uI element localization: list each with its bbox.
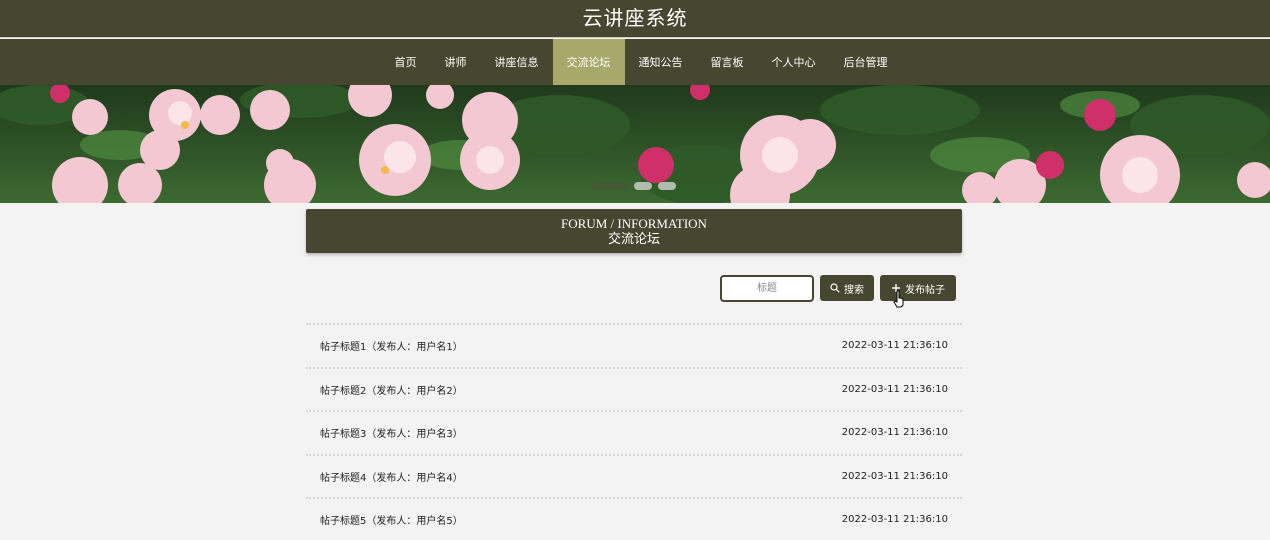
list-item[interactable]: 帖子标题1（发布人：用户名1） 2022-03-11 21:36:10 bbox=[306, 323, 962, 367]
post-title[interactable]: 帖子标题4（发布人：用户名4） bbox=[320, 469, 463, 484]
carousel-indicators bbox=[592, 182, 676, 190]
list-item[interactable]: 帖子标题2（发布人：用户名2） 2022-03-11 21:36:10 bbox=[306, 366, 962, 411]
nav-item-lecture-info[interactable]: 讲座信息 bbox=[481, 39, 553, 85]
post-time: 2022-03-11 21:36:10 bbox=[841, 470, 948, 482]
carousel-dot[interactable] bbox=[634, 182, 652, 190]
list-item[interactable]: 帖子标题3（发布人：用户名3） 2022-03-11 21:36:10 bbox=[306, 410, 962, 454]
post-time: 2022-03-11 21:36:10 bbox=[841, 514, 948, 526]
publish-post-label: 发布帖子 bbox=[905, 284, 945, 296]
search-button-label: 搜索 bbox=[844, 284, 864, 296]
post-list: 帖子标题1（发布人：用户名1） 2022-03-11 21:36:10 帖子标题… bbox=[306, 323, 962, 540]
post-time: 2022-03-11 21:36:10 bbox=[841, 383, 948, 395]
search-button[interactable]: 搜索 bbox=[820, 275, 874, 301]
list-item[interactable]: 帖子标题4（发布人：用户名4） 2022-03-11 21:36:10 bbox=[306, 453, 962, 498]
nav-item-notice[interactable]: 通知公告 bbox=[625, 39, 697, 85]
nav-item-personal-center[interactable]: 个人中心 bbox=[758, 39, 830, 85]
search-icon bbox=[830, 283, 840, 293]
site-title: 云讲座系统 bbox=[582, 6, 688, 30]
post-time: 2022-03-11 21:36:10 bbox=[841, 340, 948, 352]
nav-item-message-board[interactable]: 留言板 bbox=[697, 39, 758, 85]
nav-item-admin[interactable]: 后台管理 bbox=[830, 39, 902, 85]
section-header: FORUM / INFORMATION 交流论坛 bbox=[306, 209, 962, 253]
main-nav: 首页 讲师 讲座信息 交流论坛 通知公告 留言板 个人中心 后台管理 bbox=[0, 39, 1270, 85]
publish-post-button[interactable]: 发布帖子 bbox=[880, 275, 956, 301]
hand-cursor-icon bbox=[893, 290, 904, 308]
top-header: 云讲座系统 bbox=[0, 0, 1270, 38]
post-title[interactable]: 帖子标题1（发布人：用户名1） bbox=[320, 338, 463, 353]
list-item[interactable]: 帖子标题5（发布人：用户名5） 2022-03-11 21:36:10 bbox=[306, 497, 962, 540]
post-time: 2022-03-11 21:36:10 bbox=[841, 427, 948, 439]
post-title[interactable]: 帖子标题5（发布人：用户名5） bbox=[320, 512, 463, 527]
nav-item-forum[interactable]: 交流论坛 bbox=[552, 39, 625, 85]
section-title-en: FORUM / INFORMATION bbox=[561, 216, 707, 231]
section-title-cn: 交流论坛 bbox=[607, 231, 660, 246]
nav-item-home[interactable]: 首页 bbox=[381, 39, 431, 85]
search-input[interactable] bbox=[720, 275, 814, 302]
carousel-dot[interactable] bbox=[592, 182, 628, 190]
nav-item-lecturer[interactable]: 讲师 bbox=[431, 39, 481, 85]
post-title[interactable]: 帖子标题2（发布人：用户名2） bbox=[320, 382, 463, 397]
carousel-dot[interactable] bbox=[658, 182, 676, 190]
post-title[interactable]: 帖子标题3（发布人：用户名3） bbox=[320, 425, 463, 440]
